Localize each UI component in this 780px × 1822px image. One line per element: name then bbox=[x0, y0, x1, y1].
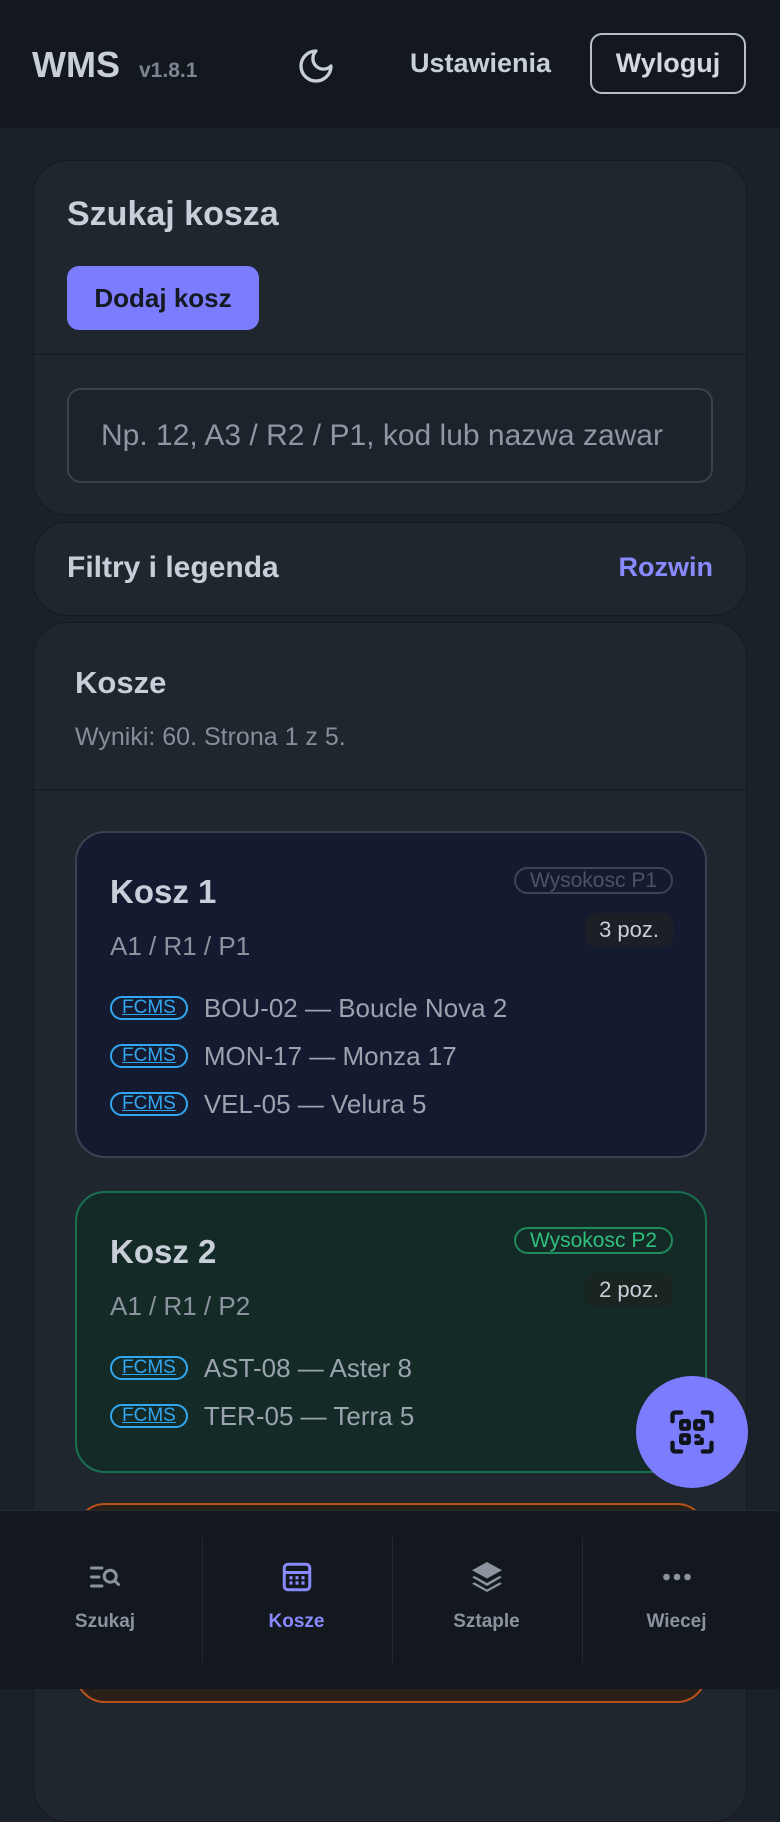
item-text: VEL-05 — Velura 5 bbox=[203, 1088, 427, 1119]
bin-item: FCMS MON-17 — Monza 17 bbox=[110, 1041, 457, 1071]
bin-card[interactable]: Kosz 1 A1 / R1 / P1 Wysokosc P1 3 poz. F… bbox=[75, 831, 707, 1158]
moon-icon[interactable] bbox=[296, 46, 336, 86]
filters-title: Filtry i legenda bbox=[67, 551, 279, 584]
bin-location: A1 / R1 / P1 bbox=[110, 931, 251, 961]
bin-card[interactable]: Kosz 2 A1 / R1 / P2 Wysokosc P2 2 poz. F… bbox=[75, 1191, 707, 1473]
bins-title: Kosze bbox=[75, 665, 167, 700]
item-text: MON-17 — Monza 17 bbox=[203, 1040, 457, 1071]
bin-name: Kosz 1 bbox=[110, 873, 217, 910]
item-text: AST-08 — Aster 8 bbox=[203, 1352, 412, 1383]
settings-link[interactable]: Ustawienia bbox=[410, 48, 551, 79]
scan-qr-button[interactable] bbox=[636, 1376, 748, 1488]
filters-card[interactable]: Filtry i legenda Rozwin bbox=[33, 522, 747, 616]
search-input[interactable]: Np. 12, A3 / R2 / P1, kod lub nazwa zawa… bbox=[67, 388, 713, 483]
app-version: v1.8.1 bbox=[139, 59, 198, 82]
item-tag[interactable]: FCMS bbox=[110, 1092, 188, 1116]
height-badge: Wysokosc P1 bbox=[513, 867, 673, 894]
top-bar: WMS v1.8.1 Ustawienia Wyloguj bbox=[0, 0, 780, 128]
nav-item-search[interactable]: Szukaj bbox=[11, 1537, 199, 1663]
bin-item: FCMS BOU-02 — Boucle Nova 2 bbox=[110, 993, 507, 1023]
search-list-icon bbox=[90, 1566, 120, 1588]
more-dots-icon bbox=[662, 1573, 691, 1581]
logout-button[interactable]: Wyloguj bbox=[590, 33, 746, 94]
bin-name: Kosz 2 bbox=[110, 1233, 217, 1270]
bin-item: FCMS VEL-05 — Velura 5 bbox=[110, 1089, 426, 1119]
bin-location: A1 / R1 / P2 bbox=[110, 1291, 251, 1321]
search-divider bbox=[34, 354, 746, 355]
bins-summary: Wyniki: 60. Strona 1 z 5. bbox=[75, 723, 346, 751]
nav-label: Szukaj bbox=[74, 1611, 136, 1632]
bin-item: FCMS AST-08 — Aster 8 bbox=[110, 1353, 412, 1383]
nav-label: Kosze bbox=[268, 1611, 325, 1632]
count-badge: 2 poz. bbox=[585, 1273, 673, 1307]
nav-label: Wiecej bbox=[646, 1611, 707, 1632]
search-title: Szukaj kosza bbox=[67, 195, 279, 233]
nav-item-more[interactable]: Wiecej bbox=[582, 1537, 770, 1663]
item-tag[interactable]: FCMS bbox=[110, 996, 188, 1020]
item-tag[interactable]: FCMS bbox=[110, 1404, 188, 1428]
qr-scan-icon bbox=[670, 1410, 714, 1454]
item-tag[interactable]: FCMS bbox=[110, 1356, 188, 1380]
search-card: Szukaj kosza Dodaj kosz Np. 12, A3 / R2 … bbox=[33, 160, 747, 515]
item-text: TER-05 — Terra 5 bbox=[203, 1400, 415, 1431]
bottom-nav: Szukaj Kosze Sztaple Wiecej bbox=[0, 1510, 780, 1689]
item-tag[interactable]: FCMS bbox=[110, 1044, 188, 1068]
add-bin-button[interactable]: Dodaj kosz bbox=[67, 266, 259, 330]
bin-item: FCMS TER-05 — Terra 5 bbox=[110, 1401, 414, 1431]
bins-divider bbox=[34, 789, 746, 790]
nav-label: Sztaple bbox=[453, 1611, 520, 1632]
item-text: BOU-02 — Boucle Nova 2 bbox=[203, 992, 508, 1023]
nav-item-bins[interactable]: Kosze bbox=[202, 1537, 390, 1663]
app-brand: WMS bbox=[32, 44, 120, 85]
bin-grid-icon bbox=[282, 1562, 311, 1592]
height-badge: Wysokosc P2 bbox=[513, 1227, 673, 1254]
count-badge: 3 poz. bbox=[585, 913, 673, 947]
layers-icon bbox=[471, 1562, 502, 1592]
nav-item-stacks[interactable]: Sztaple bbox=[392, 1537, 580, 1663]
filters-toggle-button[interactable]: Rozwin bbox=[619, 552, 714, 583]
